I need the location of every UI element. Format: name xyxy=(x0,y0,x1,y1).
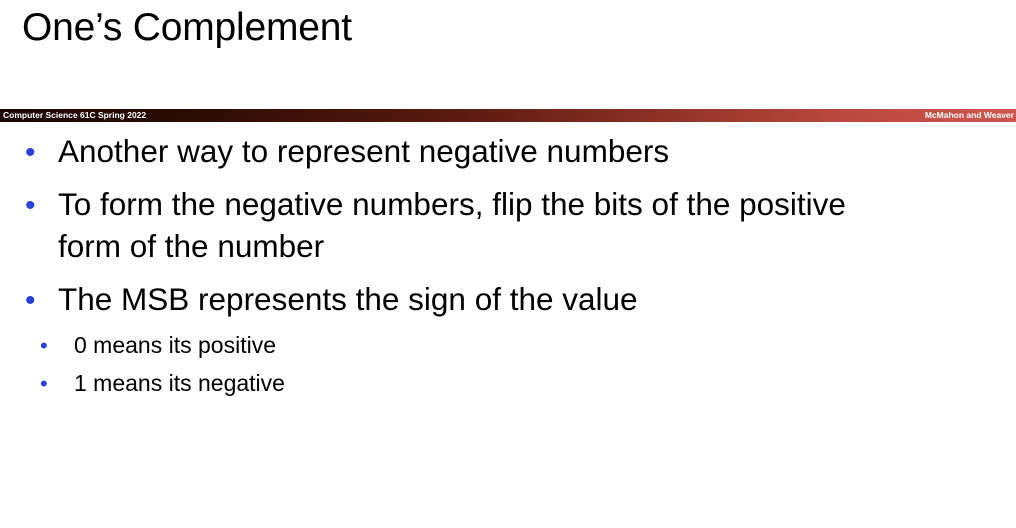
bullet-item: • To form the negative numbers, flip the… xyxy=(0,184,1016,268)
banner-course-label: Computer Science 61C Spring 2022 xyxy=(3,110,147,120)
slide-title: One’s Complement xyxy=(22,6,352,49)
bullet-marker-icon: • xyxy=(40,333,48,358)
sub-bullet-item: • 1 means its negative xyxy=(0,368,1016,398)
bullet-text: The MSB represents the sign of the value xyxy=(58,281,638,317)
bullet-marker-icon: • xyxy=(40,371,48,396)
course-banner: Computer Science 61C Spring 2022 McMahon… xyxy=(0,109,1016,122)
bullet-item: • The MSB represents the sign of the val… xyxy=(0,279,1016,320)
bullet-text-line: To form the negative numbers, flip the b… xyxy=(58,186,846,222)
sub-bullet-item: • 0 means its positive xyxy=(0,330,1016,360)
banner-authors-label: McMahon and Weaver xyxy=(924,110,1014,120)
bullet-text: Another way to represent negative number… xyxy=(58,133,670,169)
bullet-marker-icon: • xyxy=(25,136,36,169)
sub-bullet-text: 1 means its negative xyxy=(74,370,285,396)
sub-bullet-text: 0 means its positive xyxy=(74,332,276,358)
bullet-marker-icon: • xyxy=(25,284,36,317)
bullet-marker-icon: • xyxy=(25,189,36,222)
bullet-text-line: form of the number xyxy=(58,228,325,264)
bullet-item: • Another way to represent negative numb… xyxy=(0,131,1016,172)
